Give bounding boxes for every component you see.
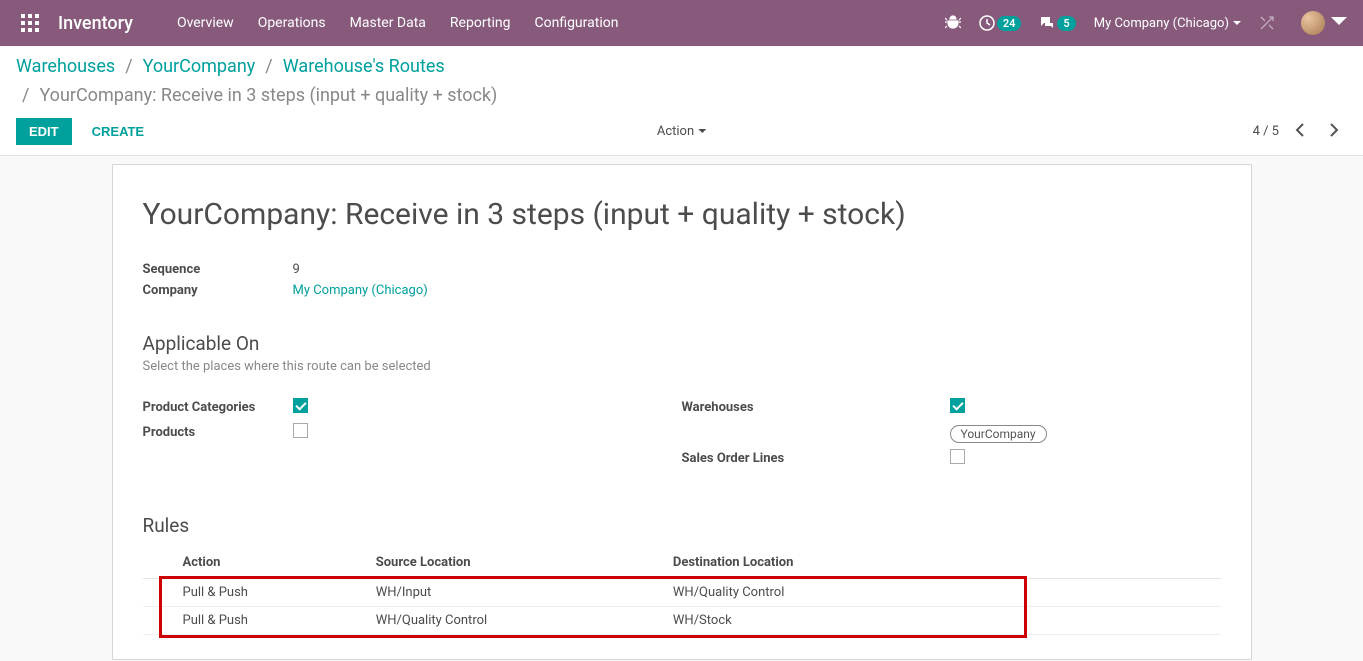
label-sequence: Sequence xyxy=(143,262,293,277)
label-products: Products xyxy=(143,425,293,440)
nav-overview[interactable]: Overview xyxy=(165,15,246,31)
brand-title[interactable]: Inventory xyxy=(58,13,133,34)
checkbox-sales-order-lines[interactable] xyxy=(950,449,965,464)
label-product-categories: Product Categories xyxy=(143,400,293,415)
table-row[interactable]: Pull & PushWH/InputWH/Quality Control xyxy=(143,579,1221,607)
label-warehouses: Warehouses xyxy=(682,400,950,415)
avatar xyxy=(1301,11,1325,35)
top-navbar: Inventory Overview Operations Master Dat… xyxy=(0,0,1363,46)
nav-configuration[interactable]: Configuration xyxy=(522,15,630,31)
value-sequence: 9 xyxy=(293,262,300,277)
table-row[interactable]: Pull & PushWH/Quality ControlWH/Stock xyxy=(143,607,1221,635)
cp-buttons-row: EDIT CREATE Action 4 / 5 xyxy=(16,112,1347,155)
activity-badge: 24 xyxy=(997,16,1022,31)
breadcrumb-routes[interactable]: Warehouse's Routes xyxy=(283,56,445,77)
clock-icon[interactable]: 24 xyxy=(979,15,1022,31)
col-source[interactable]: Source Location xyxy=(366,547,663,579)
breadcrumb-current: YourCompany: Receive in 3 steps (input +… xyxy=(39,85,497,106)
nav-menu: Overview Operations Master Data Reportin… xyxy=(165,15,631,31)
action-dropdown[interactable]: Action xyxy=(657,124,706,139)
edit-button[interactable]: EDIT xyxy=(16,118,72,145)
pager-text[interactable]: 4 / 5 xyxy=(1253,124,1279,139)
breadcrumb-warehouses[interactable]: Warehouses xyxy=(16,56,115,77)
control-panel: Warehouses / YourCompany / Warehouse's R… xyxy=(0,46,1363,156)
checkbox-product-categories[interactable] xyxy=(293,398,308,413)
nav-operations[interactable]: Operations xyxy=(246,15,338,31)
breadcrumb: Warehouses / YourCompany / Warehouse's R… xyxy=(16,56,1347,106)
create-button[interactable]: CREATE xyxy=(80,119,156,144)
cell-action: Pull & Push xyxy=(173,607,366,635)
apps-icon[interactable] xyxy=(16,9,44,37)
pager: 4 / 5 xyxy=(1253,119,1347,145)
rules-table: Action Source Location Destination Locat… xyxy=(143,547,1221,635)
pager-next[interactable] xyxy=(1321,119,1347,145)
label-company: Company xyxy=(143,283,293,298)
page-title: YourCompany: Receive in 3 steps (input +… xyxy=(143,197,1221,232)
section-applicable-on-sub: Select the places where this route can b… xyxy=(143,359,1221,374)
company-label: My Company (Chicago) xyxy=(1094,16,1229,31)
label-sales-order-lines: Sales Order Lines xyxy=(682,451,950,466)
cell-destination: WH/Stock xyxy=(663,607,981,635)
checkbox-products[interactable] xyxy=(293,423,308,438)
tag-warehouse[interactable]: YourCompany xyxy=(950,425,1047,443)
caret-down-icon xyxy=(1331,13,1347,33)
content-scroll[interactable]: YourCompany: Receive in 3 steps (input +… xyxy=(0,156,1363,661)
nav-reporting[interactable]: Reporting xyxy=(438,15,523,31)
pager-prev[interactable] xyxy=(1287,119,1313,145)
cell-destination: WH/Quality Control xyxy=(663,579,981,607)
navbar-right: 24 5 My Company (Chicago) xyxy=(945,11,1347,35)
tools-icon[interactable] xyxy=(1259,15,1275,31)
cell-action: Pull & Push xyxy=(173,579,366,607)
caret-down-icon xyxy=(1233,16,1241,31)
section-applicable-on: Applicable On xyxy=(143,332,1221,355)
cell-source: WH/Quality Control xyxy=(366,607,663,635)
checkbox-warehouses[interactable] xyxy=(950,398,965,413)
user-menu[interactable] xyxy=(1293,11,1347,35)
caret-down-icon xyxy=(698,124,706,139)
form-sheet: YourCompany: Receive in 3 steps (input +… xyxy=(112,164,1252,660)
nav-master-data[interactable]: Master Data xyxy=(338,15,438,31)
breadcrumb-yourcompany[interactable]: YourCompany xyxy=(143,56,256,77)
value-company-link[interactable]: My Company (Chicago) xyxy=(293,283,428,298)
col-destination[interactable]: Destination Location xyxy=(663,547,981,579)
company-switcher[interactable]: My Company (Chicago) xyxy=(1094,16,1241,31)
discuss-icon[interactable]: 5 xyxy=(1039,15,1075,31)
rules-container: Action Source Location Destination Locat… xyxy=(143,547,1221,635)
cell-source: WH/Input xyxy=(366,579,663,607)
col-action[interactable]: Action xyxy=(173,547,366,579)
section-rules: Rules xyxy=(143,514,1221,537)
discuss-badge: 5 xyxy=(1057,16,1075,31)
bug-icon[interactable] xyxy=(945,15,961,31)
